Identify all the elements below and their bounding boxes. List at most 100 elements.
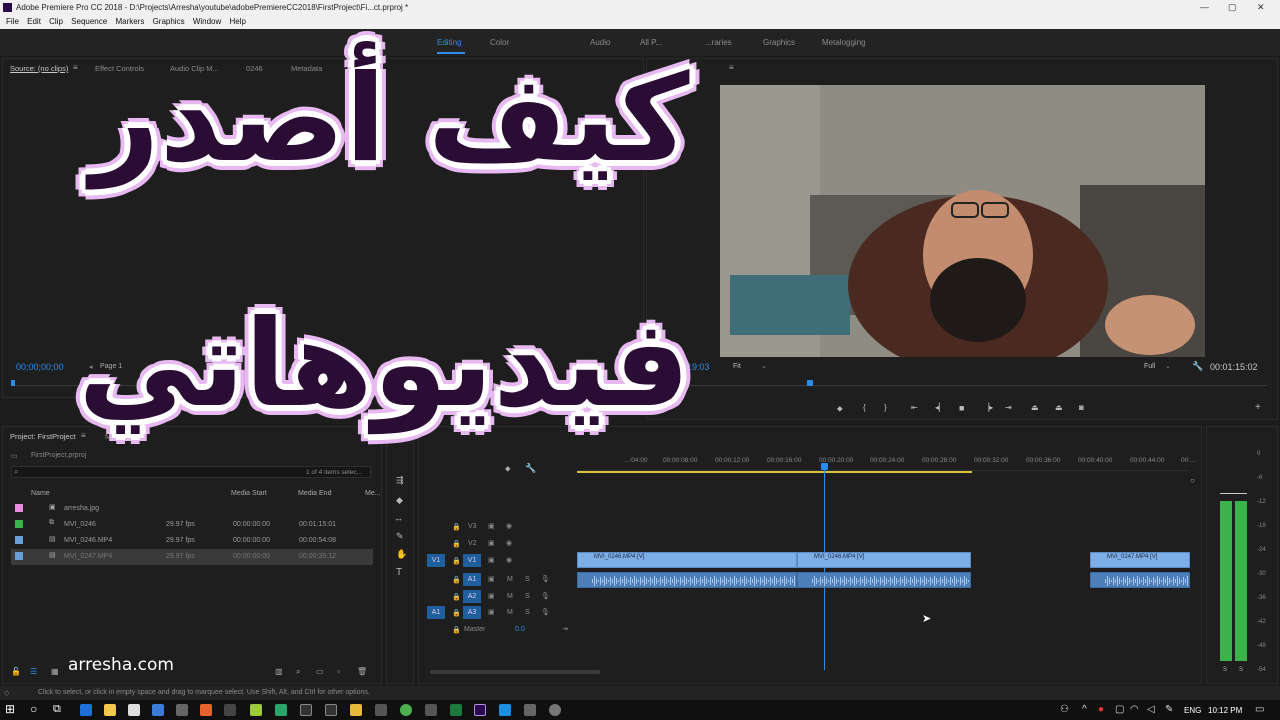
source-patch-a1[interactable]: A1 <box>427 606 445 619</box>
scroll-handle-icon[interactable]: ○ <box>1190 476 1195 485</box>
workspace-libraries[interactable]: ...raries <box>705 38 732 47</box>
app-icon[interactable] <box>300 704 312 716</box>
lock-track-icon[interactable]: 🔒 <box>452 540 461 548</box>
app-icon[interactable] <box>275 704 287 716</box>
go-to-in-icon[interactable]: ⇤ <box>911 403 918 412</box>
app-icon[interactable] <box>425 704 437 716</box>
source-patch-v1[interactable]: V1 <box>427 554 445 567</box>
work-area-bar[interactable] <box>577 471 972 473</box>
list-view-icon[interactable]: ☰ <box>30 667 37 676</box>
firefox-icon[interactable] <box>200 704 212 716</box>
find-icon[interactable]: ⌕ <box>296 667 300 677</box>
mark-in-icon[interactable]: { <box>863 403 866 412</box>
step-back-icon[interactable]: ◂▏ <box>935 403 945 412</box>
menu-graphics[interactable]: Graphics <box>153 17 185 26</box>
excel-icon[interactable] <box>450 704 462 716</box>
cortana-search-icon[interactable]: ○ <box>30 702 37 716</box>
project-item-mvi-0246-sequence[interactable]: ⧉ MVI_0246 29.97 fps 00:00:00:00 00:01:1… <box>11 517 373 533</box>
menu-window[interactable]: Window <box>193 17 221 26</box>
edge-icon[interactable] <box>80 704 92 716</box>
file-explorer-icon[interactable] <box>104 704 116 716</box>
menu-file[interactable]: File <box>6 17 19 26</box>
solo-left-button[interactable]: S <box>1223 667 1227 673</box>
mic-icon[interactable]: 🎙 <box>541 608 550 616</box>
automate-to-sequence-icon[interactable]: ▥ <box>275 667 283 676</box>
source-playhead[interactable] <box>11 380 15 386</box>
notifications-icon[interactable]: ▭ <box>1255 704 1264 715</box>
app-icon[interactable] <box>375 704 387 716</box>
mute-button[interactable]: M <box>507 593 513 600</box>
project-item-mvi-0247-mp4-selected[interactable]: ▤ MVI_0247.MP4 29.97 fps 00:00:00:00 00:… <box>11 549 373 565</box>
skype-icon[interactable] <box>499 704 511 716</box>
lock-track-icon[interactable]: 🔒 <box>452 523 461 531</box>
hand-tool-icon[interactable]: ✋ <box>396 549 407 560</box>
new-item-icon[interactable]: ▫ <box>337 667 340 676</box>
app-icon[interactable] <box>224 704 236 716</box>
fit-dropdown[interactable]: Fit <box>733 363 741 370</box>
menu-clip[interactable]: Clip <box>49 17 63 26</box>
sync-lock-icon[interactable]: ▣ <box>488 556 495 564</box>
new-bin-icon[interactable]: ▭ <box>316 667 324 676</box>
track-label-a3[interactable]: A3 <box>463 606 481 619</box>
menu-markers[interactable]: Markers <box>115 17 144 26</box>
clock[interactable]: 10:12 PM <box>1208 706 1242 715</box>
panel-menu-icon[interactable]: ≡ <box>73 63 78 72</box>
mute-button[interactable]: M <box>507 609 513 616</box>
tray-app-icon[interactable]: ● <box>1098 704 1104 715</box>
program-scrubber[interactable] <box>657 385 1267 386</box>
minimize-button[interactable]: — <box>1200 2 1209 12</box>
lock-track-icon[interactable]: 🔒 <box>452 593 461 601</box>
type-tool-icon[interactable]: T <box>396 567 402 578</box>
clip-audio[interactable] <box>577 572 797 588</box>
windows-start-icon[interactable]: ⊞ <box>5 702 15 716</box>
go-to-out-icon[interactable]: ⇥ <box>1005 403 1012 412</box>
mic-icon[interactable]: 🎙 <box>541 592 550 600</box>
program-playhead[interactable] <box>807 380 813 386</box>
menu-edit[interactable]: Edit <box>27 17 41 26</box>
solo-button[interactable]: S <box>525 576 530 583</box>
mute-button[interactable]: M <box>507 576 513 583</box>
settings-wrench-icon[interactable]: 🔧 <box>1192 361 1203 372</box>
lock-track-icon[interactable]: 🔒 <box>452 557 461 565</box>
workspace-metalogging[interactable]: Metalogging <box>822 38 866 47</box>
sync-lock-icon[interactable]: ▣ <box>488 575 495 583</box>
project-item-mvi-0246-mp4[interactable]: ▤ MVI_0246.MP4 29.97 fps 00:00:00:00 00:… <box>11 533 373 549</box>
button-editor-plus-icon[interactable]: + <box>1255 402 1261 413</box>
column-more[interactable]: Me... <box>365 490 381 497</box>
quality-chevron-icon[interactable]: ⌄ <box>1165 362 1171 370</box>
lock-track-icon[interactable]: 🔒 <box>452 609 461 617</box>
premiere-taskbar-icon[interactable] <box>474 704 486 716</box>
menu-help[interactable]: Help <box>230 17 246 26</box>
pen-icon[interactable]: ✎ <box>1165 704 1173 715</box>
eye-icon[interactable]: ◉ <box>506 522 512 530</box>
app-icon[interactable] <box>176 704 188 716</box>
volume-icon[interactable]: ◁ <box>1147 704 1155 715</box>
track-label-v1[interactable]: V1 <box>463 554 481 567</box>
maximize-button[interactable]: ▢ <box>1228 2 1237 13</box>
ripple-edit-tool-icon[interactable]: ◆ <box>396 495 403 506</box>
tray-chevron-icon[interactable]: ^ <box>1082 704 1087 715</box>
sync-lock-icon[interactable]: ▣ <box>488 539 495 547</box>
icon-view-icon[interactable]: ▦ <box>51 667 59 676</box>
task-view-icon[interactable]: ⧉ <box>53 703 61 716</box>
lock-track-icon[interactable]: 🔒 <box>452 576 461 584</box>
people-icon[interactable]: ⚇ <box>1060 704 1069 715</box>
eye-icon[interactable]: ◉ <box>506 539 512 547</box>
program-panel-menu-icon[interactable]: ≡ <box>729 63 734 72</box>
app-icon[interactable] <box>250 704 262 716</box>
export-frame-camera-icon[interactable]: ◙ <box>1079 403 1084 412</box>
app-icon[interactable] <box>524 704 536 716</box>
mark-out-icon[interactable]: } <box>884 403 887 412</box>
column-media-start[interactable]: Media Start <box>231 490 267 497</box>
extract-icon[interactable]: ⏏ <box>1055 403 1063 412</box>
source-timecode[interactable]: 00;00;00;00 <box>16 362 64 372</box>
clip-video[interactable]: MVI_0246.MP4 [V] <box>577 552 797 568</box>
track-label-a2[interactable]: A2 <box>463 590 481 603</box>
sync-lock-icon[interactable]: ▣ <box>488 592 495 600</box>
lock-track-icon[interactable]: 🔒 <box>452 626 461 634</box>
lock-icon[interactable]: 🔓 <box>11 667 21 676</box>
add-marker-icon[interactable]: ⬥ <box>837 404 843 414</box>
workspace-graphics[interactable]: Graphics <box>763 38 795 47</box>
clip-audio[interactable] <box>797 572 971 588</box>
menu-sequence[interactable]: Sequence <box>71 17 107 26</box>
